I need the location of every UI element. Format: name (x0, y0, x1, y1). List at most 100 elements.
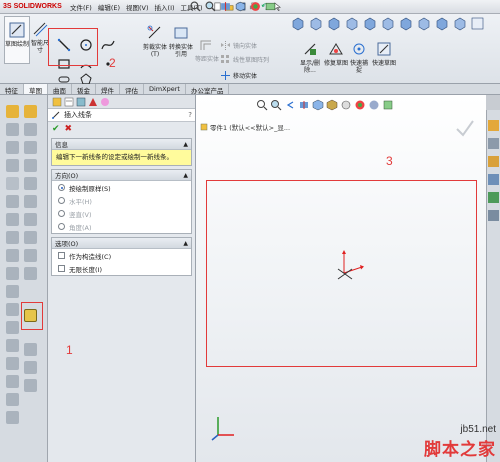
checkbox[interactable] (58, 265, 65, 272)
tab-office-products[interactable]: 办公室产品 (186, 84, 230, 95)
resources-icon[interactable] (488, 120, 499, 131)
rapid-sketch-button[interactable]: 快速草图 (372, 36, 396, 84)
tab-evaluate[interactable]: 评估 (120, 84, 144, 95)
ok-check-icon[interactable]: ✔ (52, 124, 60, 134)
offset-entities-button[interactable]: 等距实体 (194, 32, 220, 80)
text-icon[interactable] (24, 267, 37, 280)
smart-dimension-button[interactable]: 智能尺寸 (30, 16, 50, 64)
view-orient-icon[interactable] (235, 1, 246, 12)
arc-icon[interactable] (24, 159, 37, 172)
convert-entities-button[interactable]: 转换实体引用 (168, 20, 194, 68)
mirror-entities-button[interactable]: 镜向实体 (220, 38, 257, 52)
repair-sketch-button[interactable]: 修复草图 (324, 36, 348, 84)
display-delete-relations-button[interactable]: 显示/删除... (296, 36, 324, 84)
display-tab-icon[interactable] (100, 97, 110, 107)
menu-view[interactable]: 视图(V) (126, 2, 149, 12)
radio-button[interactable] (58, 184, 65, 191)
confirmation-corner-icon[interactable] (454, 117, 476, 137)
flex-icon[interactable] (6, 411, 19, 424)
menu-edit[interactable]: 编辑(E) (98, 2, 120, 12)
sketch-button[interactable]: 草图绘制 (4, 16, 30, 64)
file-explorer-icon[interactable] (488, 156, 499, 167)
dimetric-view-icon[interactable] (434, 16, 449, 31)
view-orientation-icon[interactable] (312, 99, 324, 111)
loft-icon[interactable] (6, 159, 19, 172)
fillet-sketch-icon[interactable] (24, 343, 37, 356)
zoom-fit-icon[interactable] (190, 1, 201, 12)
direction-option-horizontal[interactable]: 水平(H) (52, 194, 191, 207)
rectangle-icon[interactable] (24, 123, 37, 136)
ellipse-icon[interactable] (24, 195, 37, 208)
appearances-icon[interactable] (488, 192, 499, 203)
draft-icon[interactable] (6, 249, 19, 262)
cancel-x-icon[interactable]: ✖ (65, 124, 73, 134)
checkbox[interactable] (58, 252, 65, 259)
zoom-to-fit-icon[interactable] (256, 99, 268, 111)
line-icon[interactable] (24, 105, 37, 118)
option-infinite-length[interactable]: 无限长度(I) (52, 262, 191, 275)
revolve-icon[interactable] (6, 123, 19, 136)
mirror-feature-icon[interactable] (6, 303, 19, 316)
right-view-icon[interactable] (344, 16, 359, 31)
tab-weldments[interactable]: 焊件 (96, 84, 120, 95)
view-settings-icon[interactable] (382, 99, 394, 111)
trimetric-view-icon[interactable] (416, 16, 431, 31)
spline-tool-icon[interactable] (100, 37, 116, 53)
design-library-icon[interactable] (488, 138, 499, 149)
radio-button[interactable] (58, 210, 65, 217)
rib-icon[interactable] (6, 213, 19, 226)
tab-features[interactable]: 特征 (0, 84, 24, 95)
radio-button[interactable] (58, 223, 65, 230)
reference-geometry-icon[interactable] (6, 321, 19, 334)
trim-entities-button[interactable]: 剪裁实体(T) (142, 20, 168, 68)
help-button[interactable]: ? (188, 111, 192, 119)
options-section-header[interactable]: 选项(O) ▲ (52, 238, 191, 249)
radio-button[interactable] (58, 197, 65, 204)
extrude-icon[interactable] (6, 105, 19, 118)
single-view-icon[interactable] (470, 16, 485, 31)
instant3d-icon[interactable] (6, 357, 19, 370)
feature-tree-tab-icon[interactable] (52, 97, 62, 107)
direction-option-vertical[interactable]: 竖直(V) (52, 207, 191, 220)
configuration-tab-icon[interactable] (76, 97, 86, 107)
tab-surfaces[interactable]: 曲面 (48, 84, 72, 95)
direction-section-header[interactable]: 方向(O) ▲ (52, 170, 191, 181)
edit-appearance-icon[interactable] (354, 99, 366, 111)
tab-sketch[interactable]: 草图 (24, 84, 48, 95)
dimxpert-tab-icon[interactable] (88, 97, 98, 107)
shell-icon[interactable] (6, 231, 19, 244)
sweep-icon[interactable] (6, 141, 19, 154)
view-palette-icon[interactable] (488, 174, 499, 185)
curves-icon[interactable] (6, 339, 19, 352)
custom-properties-icon[interactable] (488, 210, 499, 221)
direction-option-as-sketched[interactable]: 按绘制原样(S) (52, 181, 191, 194)
chamfer-icon[interactable] (6, 195, 19, 208)
front-view-icon[interactable] (290, 16, 305, 31)
section-view-icon[interactable] (220, 1, 231, 12)
pattern-icon[interactable] (6, 285, 19, 298)
scene-icon[interactable] (265, 1, 276, 12)
left-view-icon[interactable] (326, 16, 341, 31)
hole-icon[interactable] (6, 267, 19, 280)
move-entities-button[interactable]: 移动实体 (220, 68, 257, 82)
circle-icon[interactable] (24, 141, 37, 154)
section-view-icon[interactable] (298, 99, 310, 111)
polygon-icon[interactable] (24, 213, 37, 226)
appearance-icon[interactable] (250, 1, 261, 12)
menu-file[interactable]: 文件(F) (70, 2, 92, 12)
flyout-feature-tree[interactable]: 零件1 (默认<<默认>_显... (200, 122, 290, 132)
centerline-icon[interactable] (24, 249, 37, 262)
zoom-area-icon[interactable] (205, 1, 216, 12)
dome-icon[interactable] (6, 375, 19, 388)
direction-option-angle[interactable]: 角度(A) (52, 220, 191, 233)
wrap-icon[interactable] (6, 393, 19, 406)
zoom-to-area-icon[interactable] (270, 99, 282, 111)
trim-sketch-icon[interactable] (24, 379, 37, 392)
menu-insert[interactable]: 插入(I) (155, 2, 175, 12)
bottom-view-icon[interactable] (380, 16, 395, 31)
previous-view-icon[interactable] (284, 99, 296, 111)
back-view-icon[interactable] (308, 16, 323, 31)
info-section-header[interactable]: 信息 ▲ (52, 139, 191, 150)
point-icon[interactable] (24, 231, 37, 244)
fillet-icon[interactable] (6, 177, 19, 190)
